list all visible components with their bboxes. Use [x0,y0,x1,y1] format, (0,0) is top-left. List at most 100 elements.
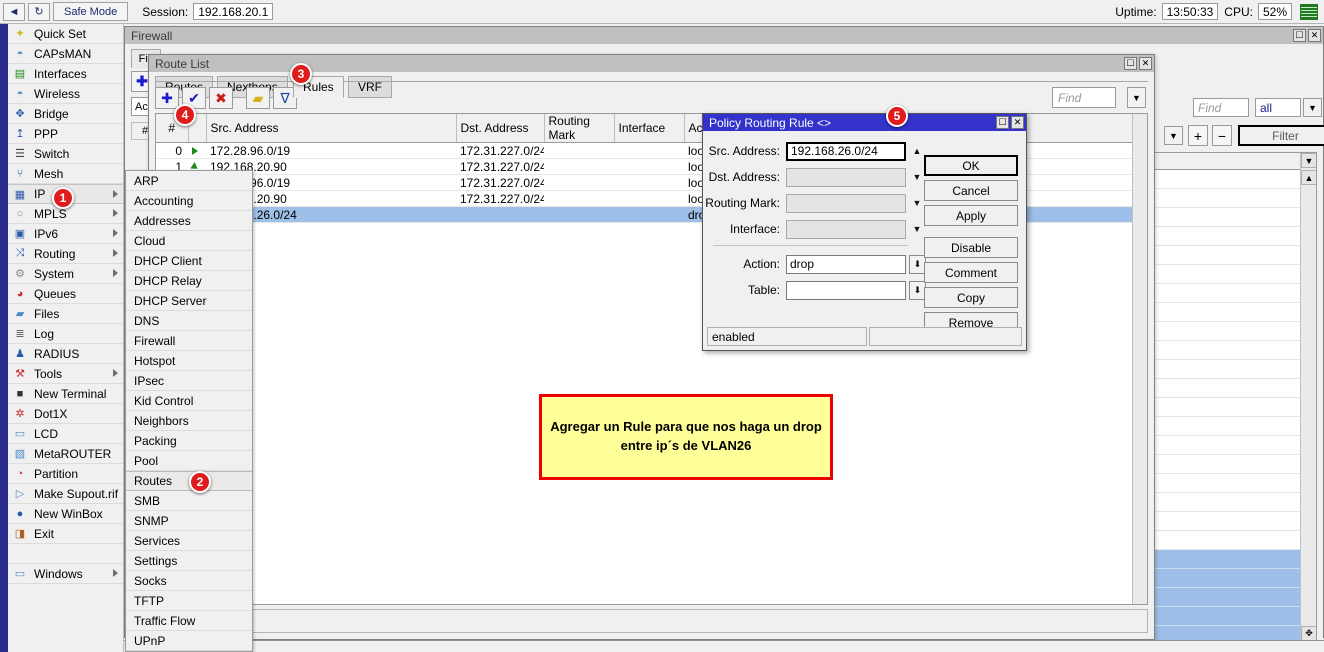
tab-vrf[interactable]: VRF [348,76,392,98]
dst-address-input[interactable] [786,168,906,187]
close-icon[interactable]: ✕ [1011,116,1024,129]
sidebar-item-mesh[interactable]: ⑂Mesh [8,164,123,184]
ip-submenu-item-upnp[interactable]: UPnP [126,631,252,651]
ip-submenu-item-traffic-flow[interactable]: Traffic Flow [126,611,252,631]
interface-input[interactable] [786,220,906,239]
firewall-row[interactable] [1154,436,1316,455]
sidebar-item-routing[interactable]: ⤨Routing [8,244,123,264]
sidebar-item-new-terminal[interactable]: ■New Terminal [8,384,123,404]
sidebar-item-lcd[interactable]: ▭LCD [8,424,123,444]
column-header-src-address[interactable]: Src. Address [206,114,456,143]
cancel-button[interactable]: Cancel [924,180,1018,201]
ip-submenu-item-cloud[interactable]: Cloud [126,231,252,251]
apply-button[interactable]: Apply [924,205,1018,226]
sidebar-item-quick-set[interactable]: ✦Quick Set [8,24,123,44]
firewall-row[interactable] [1154,360,1316,379]
route-list-find-chevron-icon[interactable]: ▼ [1127,87,1146,108]
firewall-remove-filter-button[interactable]: − [1212,125,1232,146]
ip-submenu-item-hotspot[interactable]: Hotspot [126,351,252,371]
firewall-row[interactable] [1154,398,1316,417]
firewall-row[interactable] [1154,189,1316,208]
firewall-row[interactable] [1154,341,1316,360]
sidebar-item-exit[interactable]: ◨Exit [8,524,123,544]
ip-submenu-item-firewall[interactable]: Firewall [126,331,252,351]
firewall-vertical-scrollbar[interactable]: ▼ ▲ ✥ [1300,153,1316,641]
copy-button[interactable]: Copy [924,287,1018,308]
ip-submenu-item-socks[interactable]: Socks [126,571,252,591]
firewall-row[interactable] [1154,208,1316,227]
column-header-routing-mark[interactable]: Routing Mark [544,114,614,143]
column-header-dst-address[interactable]: Dst. Address [456,114,544,143]
scroll-up-icon[interactable]: ▲ [1301,170,1317,185]
sidebar-item-metarouter[interactable]: ▧MetaROUTER [8,444,123,464]
safe-mode-button[interactable]: Safe Mode [53,2,128,21]
sidebar-item-make-supout-rif[interactable]: ▷Make Supout.rif [8,484,123,504]
ip-submenu-item-ipsec[interactable]: IPsec [126,371,252,391]
firewall-titlebar[interactable]: Firewall ☐ ✕ [125,27,1323,44]
ip-submenu-item-neighbors[interactable]: Neighbors [126,411,252,431]
close-icon[interactable]: ✕ [1308,29,1321,42]
scroll-thumb-icon[interactable]: ✥ [1301,626,1317,641]
ip-submenu-item-packing[interactable]: Packing [126,431,252,451]
ip-submenu-item-dhcp-client[interactable]: DHCP Client [126,251,252,271]
sidebar-item-capsman[interactable]: ◓CAPsMAN [8,44,123,64]
ip-submenu-item-pool[interactable]: Pool [126,451,252,471]
firewall-row[interactable] [1154,265,1316,284]
firewall-row[interactable] [1154,303,1316,322]
refresh-icon[interactable]: ↻ [28,3,50,21]
policy-dialog-titlebar[interactable]: Policy Routing Rule <> ☐ ✕ [703,114,1026,131]
firewall-row[interactable] [1154,455,1316,474]
firewall-row[interactable] [1154,246,1316,265]
src-address-input[interactable]: 192.168.26.0/24 [786,142,906,161]
sidebar-item-log[interactable]: ≣Log [8,324,123,344]
sidebar-item-wireless[interactable]: ◓Wireless [8,84,123,104]
sidebar-item-bridge[interactable]: ✥Bridge [8,104,123,124]
rules-vertical-scrollbar[interactable] [1132,114,1147,604]
close-icon[interactable]: ✕ [1139,57,1152,70]
firewall-filter-button[interactable]: Filter [1238,125,1324,146]
table-combo[interactable] [786,281,906,300]
firewall-row[interactable] [1154,379,1316,398]
sidebar-item-ppp[interactable]: ↥PPP [8,124,123,144]
sidebar-item-queues[interactable]: ◕Queues [8,284,123,304]
route-list-find-input[interactable]: Find [1052,87,1116,108]
ip-submenu-item-dhcp-server[interactable]: DHCP Server [126,291,252,311]
firewall-row[interactable] [1154,322,1316,341]
firewall-row[interactable] [1154,512,1316,531]
maximize-icon[interactable]: ☐ [1124,57,1137,70]
firewall-add-filter-button[interactable]: + [1188,125,1208,146]
column-header-interface[interactable]: Interface [614,114,684,143]
sidebar-item-system[interactable]: ⚙System [8,264,123,284]
ok-button[interactable]: OK [924,155,1018,176]
ip-submenu-item-settings[interactable]: Settings [126,551,252,571]
firewall-row[interactable] [1154,493,1316,512]
firewall-row[interactable] [1154,569,1316,588]
firewall-row[interactable] [1154,588,1316,607]
ip-submenu-item-services[interactable]: Services [126,531,252,551]
firewall-row[interactable] [1154,284,1316,303]
maximize-icon[interactable]: ☐ [1293,29,1306,42]
folder-icon[interactable]: ▰ [246,87,270,109]
ip-submenu-item-arp[interactable]: ARP [126,171,252,191]
firewall-find-input[interactable]: Find [1193,98,1249,117]
sidebar-item-tools[interactable]: ⚒Tools [8,364,123,384]
sidebar-item-partition[interactable]: ◔Partition [8,464,123,484]
firewall-row[interactable] [1154,417,1316,436]
back-arrow-icon[interactable]: ◄ [3,3,25,21]
ip-submenu-item-kid-control[interactable]: Kid Control [126,391,252,411]
ip-submenu-item-dhcp-relay[interactable]: DHCP Relay [126,271,252,291]
firewall-row[interactable] [1154,550,1316,569]
firewall-row[interactable] [1154,531,1316,550]
sidebar-item-ipv6[interactable]: ▣IPv6 [8,224,123,244]
plus-icon[interactable]: ✚ [155,87,179,109]
scroll-down-icon[interactable]: ▼ [1301,153,1317,168]
disable-button[interactable]: Disable [924,237,1018,258]
sidebar-item-files[interactable]: ▰Files [8,304,123,324]
ip-submenu-item-accounting[interactable]: Accounting [126,191,252,211]
chevron-down-icon[interactable]: ▼ [1303,98,1322,117]
sidebar-item-radius[interactable]: ♟RADIUS [8,344,123,364]
cross-icon[interactable]: ✖ [209,87,233,109]
ip-submenu-item-smb[interactable]: SMB [126,491,252,511]
sidebar-item-windows[interactable]: ▭Windows [8,564,123,584]
firewall-kind-select-icon[interactable]: ▼ [1164,126,1183,145]
